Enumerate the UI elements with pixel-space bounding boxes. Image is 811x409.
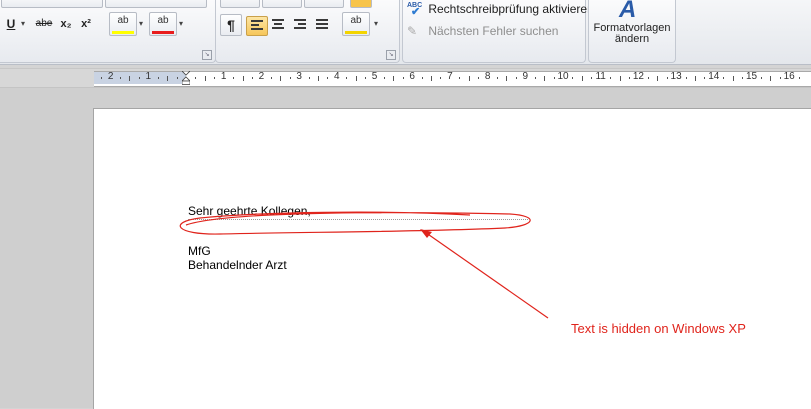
annotation-text: Text is hidden on Windows XP: [571, 321, 746, 336]
annotation-arrow-line: [421, 229, 549, 319]
annotation-overlay: [179, 211, 549, 319]
annotation-ellipse: [179, 211, 531, 235]
